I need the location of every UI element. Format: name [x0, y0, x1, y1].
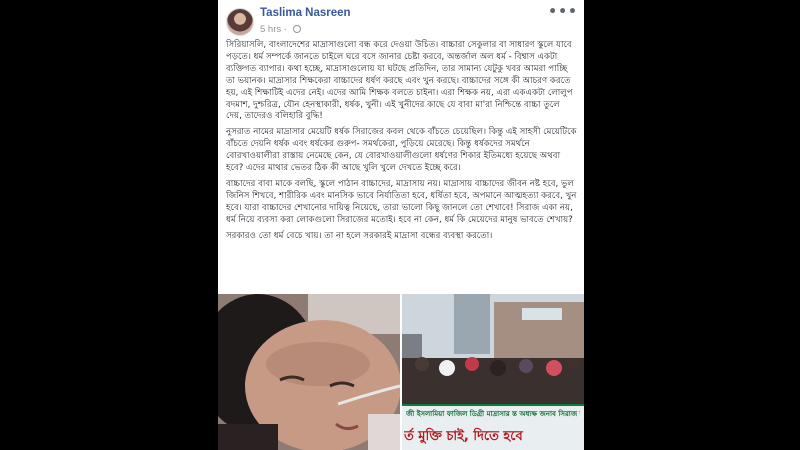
post-timestamp[interactable]: 5 hrs · — [260, 24, 290, 35]
banner-slogan: র্ত মুক্তি চাই, দিতে হবে — [404, 429, 523, 444]
banner-top-text: জী ইসলামিয়া ফাজিল ডিগ্রী মাদ্রাসার ন্ত … — [406, 410, 580, 418]
post-paragraph: বাচ্চাদের বাবা মাকে বলছি, স্কুলে পাঠান ব… — [226, 178, 577, 225]
photo-victim[interactable] — [218, 294, 400, 450]
post-photos: জী ইসলামিয়া ফাজিল ডিগ্রী মাদ্রাসার ন্ত … — [218, 294, 584, 450]
globe-icon — [292, 25, 301, 33]
post-header: Taslima Nasreen 5 hrs · ••• — [218, 0, 584, 40]
protest-banner: জী ইসলামিয়া ফাজিল ডিগ্রী মাদ্রাসার ন্ত … — [402, 404, 584, 450]
photo-protest[interactable]: জী ইসলামিয়া ফাজিল ডিগ্রী মাদ্রাসার ন্ত … — [402, 294, 584, 450]
photo-victim-image — [218, 294, 400, 450]
post-text: সিরিয়াসলি, বাংলাদেশের মাদ্রাসাগুলো বন্ধ… — [226, 40, 578, 247]
more-options-icon[interactable]: ••• — [548, 4, 578, 20]
author-name[interactable]: Taslima Nasreen — [260, 7, 351, 19]
author-avatar[interactable] — [226, 8, 254, 36]
facebook-post: Taslima Nasreen 5 hrs · ••• সিরিয়াসলি, … — [218, 0, 584, 450]
post-paragraph: সরকারও তো ধর্ম বেচে খায়। তা না হলে সরকা… — [226, 230, 493, 241]
post-meta: 5 hrs · — [260, 24, 301, 35]
post-paragraph: নুসরাত নামের মাদ্রাসার মেয়েটি ধর্ষক সির… — [226, 127, 577, 174]
post-paragraph: সিরিয়াসলি, বাংলাদেশের মাদ্রাসাগুলো বন্ধ… — [226, 40, 573, 122]
